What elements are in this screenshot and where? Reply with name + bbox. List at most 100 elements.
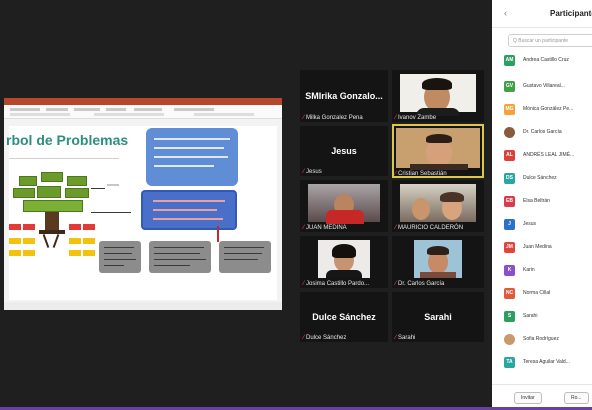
tile-name-label: ⁄ Ivanov Zambe <box>395 115 437 121</box>
invite-button[interactable]: Invitar <box>514 392 542 404</box>
participant-name: ANDRÉS LEAL JIMÉ... <box>523 152 575 158</box>
tile-lesma[interactable]: ⁄ Josima Castillo Pardo... <box>300 236 388 288</box>
participant-row[interactable]: K Karin <box>504 263 592 277</box>
tile-display-name: SMIrika Gonzalo... <box>305 90 383 101</box>
note-blue-mid <box>141 190 237 230</box>
avatar: DS <box>504 172 515 184</box>
tile-name-label: ⁄ JUAN MEDINA <box>303 225 347 231</box>
avatar: MG <box>504 103 515 115</box>
participant-name: Karin <box>523 267 535 273</box>
participant-name: Teresa Aguilar Vald... <box>523 359 570 365</box>
avatar-photo <box>504 126 515 138</box>
participant-row[interactable]: DS Dulce Sánchez <box>504 171 592 185</box>
participant-row[interactable]: Dr. Carlos García <box>504 125 592 139</box>
avatar: K <box>504 264 515 276</box>
tile-jesus[interactable]: Jesus ⁄ Jesus <box>300 126 388 176</box>
tile-name-label: ⁄ Milka Gonzalez Pena <box>303 115 363 121</box>
tile-display-name: Dulce Sánchez <box>312 312 376 322</box>
mic-muted-icon: ⁄ <box>303 225 305 231</box>
mic-muted-icon: ⁄ <box>303 335 305 341</box>
avatar: JM <box>504 241 515 253</box>
mic-muted-icon: ⁄ <box>303 169 305 175</box>
meeting-stage: rbol de Problemas SMIrika Gonzalo... ⁄ M… <box>0 0 592 410</box>
participant-row[interactable]: S Sarahi <box>504 309 592 323</box>
panel-header: ‹ Participantes <box>492 0 592 28</box>
tile-ivanzp[interactable]: ⁄ Ivanov Zambe <box>392 70 484 122</box>
avatar-photo <box>504 333 515 345</box>
participant-name: Sofia Rodríguez <box>523 336 559 342</box>
participant-row[interactable]: MG Mónica González Pe... <box>504 102 592 116</box>
more-button[interactable]: Ro... <box>564 392 589 404</box>
participant-name: Mónica González Pe... <box>523 106 574 112</box>
participant-name: Juan Medina <box>523 244 552 250</box>
participant-search-input[interactable]: Q Buscar un participante <box>508 34 592 47</box>
note-blue-top <box>146 128 238 186</box>
tile-name-label: ⁄ Dulce Sánchez <box>303 335 347 341</box>
tile-mauricio[interactable]: ⁄ MAURICIO CALDERÓN <box>392 180 484 232</box>
tile-name-label: ⁄ Sarahi <box>395 335 416 341</box>
participant-row[interactable]: TA Teresa Aguilar Vald... <box>504 355 592 369</box>
avatar: S <box>504 310 515 322</box>
mic-muted-icon: ⁄ <box>395 335 397 341</box>
participant-row[interactable]: EB Elsa Beltrán <box>504 194 592 208</box>
participant-name: Sarahi <box>523 313 538 319</box>
tile-dulce[interactable]: Dulce Sánchez ⁄ Dulce Sánchez <box>300 292 388 342</box>
note-grey-right <box>219 241 271 273</box>
participant-row[interactable]: AM Andrea Castillo Cruz <box>504 53 592 67</box>
participant-row[interactable]: J Jesus <box>504 217 592 231</box>
mic-muted-icon: ⁄ <box>395 225 397 231</box>
note-grey-middle <box>149 241 211 273</box>
tile-name-label: ⁄ Jesus <box>303 169 322 175</box>
tile-display-name: Jesus <box>331 146 357 156</box>
ppt-statusbar <box>4 302 282 310</box>
mic-muted-icon: ⁄ <box>303 115 305 121</box>
tile-name-label: ⁄ Dr. Carlos García <box>395 281 445 287</box>
tile-garcia[interactable]: ⁄ Dr. Carlos García <box>392 236 484 288</box>
tile-sarahi[interactable]: Sarahi ⁄ Sarahi <box>392 292 484 342</box>
tile-name-label: ⁄ Josima Castillo Pardo... <box>303 281 370 287</box>
slide: rbol de Problemas <box>6 126 277 300</box>
tile-juan[interactable]: ⁄ JUAN MEDINA <box>300 180 388 232</box>
avatar: AM <box>504 54 515 66</box>
participant-row[interactable]: AL ANDRÉS LEAL JIMÉ... <box>504 148 592 162</box>
mic-muted-icon: ⁄ <box>395 281 397 287</box>
participant-name: Norma Cillal <box>523 290 551 296</box>
mic-muted-icon: ⁄ <box>303 281 305 287</box>
ppt-titlebar <box>4 98 282 105</box>
participant-video <box>414 240 462 278</box>
avatar: TA <box>504 356 515 368</box>
participants-panel: ‹ Participantes Q Buscar un participante… <box>492 0 592 410</box>
participant-video <box>308 184 380 224</box>
participant-name: Jesus <box>523 221 537 227</box>
title-rule <box>9 158 119 159</box>
shared-screen: rbol de Problemas <box>4 98 282 310</box>
participant-video <box>400 74 476 116</box>
tile-milka[interactable]: SMIrika Gonzalo... ⁄ Milka Gonzalez Pena <box>300 70 388 122</box>
participant-name: Dr. Carlos García <box>523 129 562 135</box>
avatar: GV <box>504 80 515 92</box>
tile-active-speaker[interactable]: ⁄ Cristian Sebastián <box>392 124 484 178</box>
participant-row[interactable]: JM Juan Medina <box>504 240 592 254</box>
mic-muted-icon: ⁄ <box>395 171 397 177</box>
chevron-left-icon[interactable]: ‹ <box>504 8 507 18</box>
participant-name: Elsa Beltrán <box>523 198 550 204</box>
tile-name-label: ⁄ MAURICIO CALDERÓN <box>395 225 464 231</box>
participant-name: Andrea Castillo Cruz <box>523 57 569 63</box>
participant-row[interactable]: Sofia Rodríguez <box>504 332 592 346</box>
mic-muted-icon: ⁄ <box>395 115 397 121</box>
slide-title: rbol de Problemas <box>6 132 129 148</box>
avatar: AL <box>504 149 515 161</box>
participant-video <box>400 184 476 222</box>
note-grey-left <box>99 241 141 273</box>
participant-row[interactable]: NC Norma Cillal <box>504 286 592 300</box>
ppt-ribbon <box>4 105 282 119</box>
tile-name-label: ⁄ Cristian Sebastián <box>395 171 447 177</box>
avatar: EB <box>504 195 515 207</box>
avatar: J <box>504 218 515 230</box>
participant-video <box>396 128 480 170</box>
tile-display-name: Sarahi <box>424 312 452 322</box>
panel-title: Participantes <box>550 9 592 18</box>
participant-name: Gustavo Villareal... <box>523 83 565 89</box>
participant-video <box>318 240 370 278</box>
participant-row[interactable]: GV Gustavo Villareal... <box>504 79 592 93</box>
